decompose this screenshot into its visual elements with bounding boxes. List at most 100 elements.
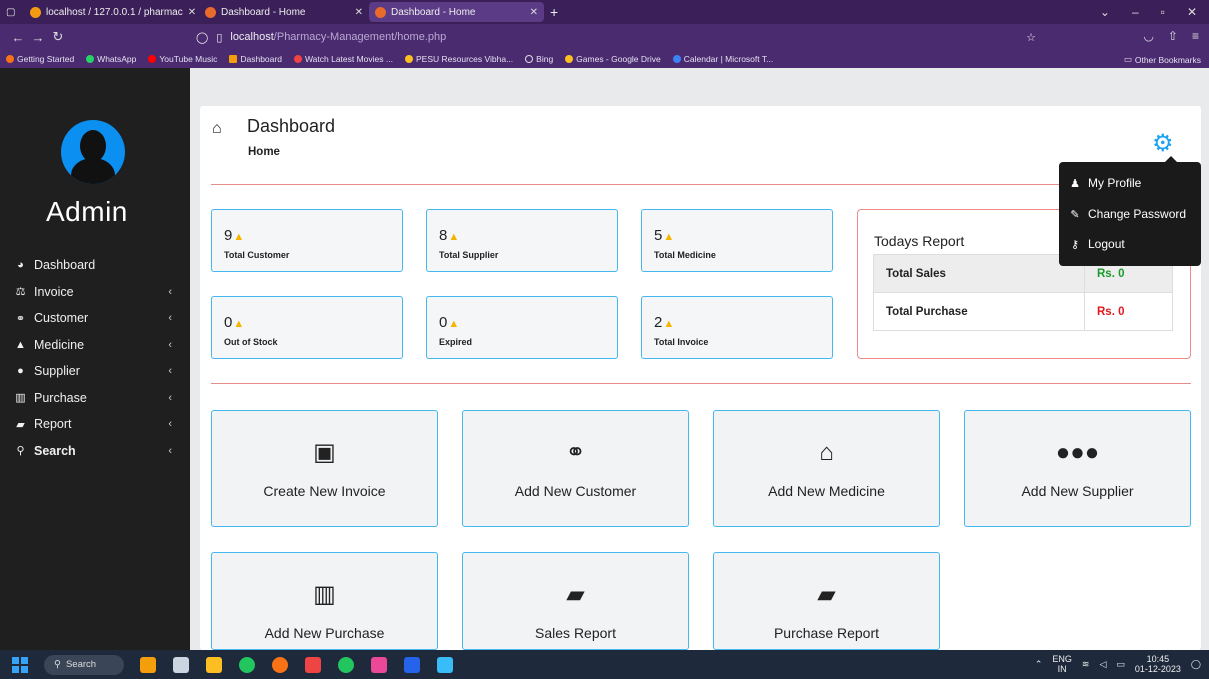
- bookmark-item[interactable]: Games - Google Drive: [565, 54, 661, 64]
- forward-icon[interactable]: →: [28, 30, 48, 45]
- other-bookmarks[interactable]: ▭ Other Bookmarks: [1124, 54, 1201, 65]
- book-icon: ▰: [817, 581, 836, 608]
- tab-dashboard-1[interactable]: Dashboard - Home ✕: [199, 2, 369, 22]
- pocket-icon[interactable]: ◡: [1143, 29, 1153, 43]
- tab-phpmyadmin[interactable]: localhost / 127.0.0.1 / pharmac ✕: [24, 2, 199, 22]
- change-password-menu-item[interactable]: ✎ Change Password: [1069, 207, 1186, 221]
- app-icon[interactable]: [371, 656, 387, 673]
- wifi-icon[interactable]: ≋: [1082, 659, 1090, 670]
- sidebar-item-dashboard[interactable]: ◕ Dashboard: [0, 252, 190, 279]
- shopping-bag-icon: ⌂: [819, 439, 834, 466]
- minimize-icon[interactable]: –: [1132, 5, 1139, 19]
- bookmark-item[interactable]: Getting Started: [6, 54, 74, 64]
- bookmark-item[interactable]: YouTube Music: [148, 54, 217, 64]
- chevron-left-icon: ‹: [168, 365, 172, 378]
- bookmark-item[interactable]: WhatsApp: [86, 54, 136, 64]
- warning-triangle-icon: ▲: [663, 231, 675, 243]
- word-icon[interactable]: [404, 656, 420, 673]
- key-icon: ⚷: [1070, 238, 1080, 251]
- stat-total-supplier[interactable]: 8▲ Total Supplier: [426, 209, 618, 272]
- shield-icon: ◯: [196, 31, 209, 44]
- purchase-report-button[interactable]: ▰ Purchase Report: [713, 552, 940, 650]
- sales-report-button[interactable]: ▰ Sales Report: [462, 552, 689, 650]
- whatsapp-icon[interactable]: [338, 656, 354, 673]
- warning-triangle-icon: ▲: [448, 318, 460, 330]
- add-new-supplier-button[interactable]: ●●● Add New Supplier: [964, 410, 1191, 527]
- list-tabs-icon[interactable]: ⌄: [1100, 5, 1110, 19]
- tab-dashboard-2[interactable]: Dashboard - Home ✕: [369, 2, 544, 22]
- close-tab-icon[interactable]: ✕: [530, 7, 538, 18]
- bookmark-item[interactable]: Watch Latest Movies ...: [293, 54, 393, 64]
- warning-triangle-icon: ▲: [233, 318, 245, 330]
- create-new-invoice-button[interactable]: ▣ Create New Invoice: [211, 410, 438, 527]
- extensions-icon[interactable]: ⇧: [1168, 29, 1178, 43]
- bookmark-item[interactable]: Calendar | Microsoft T...: [672, 54, 773, 64]
- settings-dropdown: ♟ My Profile ✎ Change Password ⚷ Logout: [1059, 156, 1201, 266]
- volume-icon[interactable]: ◁: [1099, 659, 1106, 670]
- book-icon: ▰: [16, 418, 25, 431]
- warning-triangle-icon: ▲: [448, 231, 460, 243]
- file-explorer-icon[interactable]: [206, 656, 222, 673]
- gear-icon[interactable]: ⚙: [1152, 132, 1174, 156]
- chevron-left-icon: ‹: [168, 418, 172, 431]
- bookmark-item[interactable]: Dashboard: [229, 54, 282, 64]
- sidebar-item-report[interactable]: ▰ Report ‹: [0, 411, 190, 438]
- maximize-icon[interactable]: ▫: [1161, 5, 1165, 19]
- stat-total-medicine[interactable]: 5▲ Total Medicine: [641, 209, 833, 272]
- window-controls: ⌄ – ▫ ✕: [1100, 5, 1209, 19]
- clock[interactable]: 10:45 01-12-2023: [1135, 654, 1181, 674]
- url-bar[interactable]: ◯ ▯ localhost/Pharmacy-Management/home.p…: [196, 27, 1036, 47]
- id-card-icon: ▣: [313, 439, 336, 466]
- photos-icon[interactable]: [437, 656, 453, 673]
- add-new-medicine-button[interactable]: ⌂ Add New Medicine: [713, 410, 940, 527]
- sidebar-item-medicine[interactable]: ▲ Medicine ‹: [0, 332, 190, 359]
- logout-menu-item[interactable]: ⚷ Logout: [1069, 237, 1125, 251]
- chevron-left-icon: ‹: [168, 312, 172, 325]
- windows-start-icon[interactable]: [12, 656, 28, 673]
- sidebar-item-invoice[interactable]: ⚖ Invoice ‹: [0, 279, 190, 306]
- close-tab-icon[interactable]: ✕: [188, 7, 196, 18]
- chevron-left-icon: ‹: [168, 391, 172, 404]
- bar-chart-icon: ▥: [313, 581, 336, 608]
- my-profile-menu-item[interactable]: ♟ My Profile: [1069, 176, 1141, 190]
- add-new-customer-button[interactable]: ⚭ Add New Customer: [462, 410, 689, 527]
- sidebar-item-search[interactable]: ⚲ Search ‹: [0, 438, 190, 465]
- warning-triangle-icon: ▲: [233, 231, 245, 243]
- stat-out-of-stock[interactable]: 0▲ Out of Stock: [211, 296, 403, 359]
- new-tab-plus-icon[interactable]: +: [544, 2, 564, 22]
- back-icon[interactable]: ←: [8, 30, 28, 45]
- google-drive-icon: [404, 55, 413, 63]
- bookmarks-bar: Getting Started WhatsApp YouTube Music D…: [0, 50, 1209, 68]
- stat-total-customer[interactable]: 9▲ Total Customer: [211, 209, 403, 272]
- add-new-purchase-button[interactable]: ▥ Add New Purchase: [211, 552, 438, 650]
- task-view-icon[interactable]: [173, 656, 189, 673]
- sidebar-item-purchase[interactable]: ▥ Purchase ‹: [0, 385, 190, 412]
- stat-expired[interactable]: 0▲ Expired: [426, 296, 618, 359]
- close-window-icon[interactable]: ✕: [1187, 5, 1197, 19]
- close-tab-icon[interactable]: ✕: [355, 7, 363, 18]
- notification-icon[interactable]: ◯: [1191, 659, 1201, 670]
- chevron-up-icon[interactable]: ⌃: [1035, 659, 1043, 670]
- sidebar-item-customer[interactable]: ⚭ Customer ‹: [0, 305, 190, 332]
- reload-icon[interactable]: ↻: [48, 29, 68, 45]
- avatar: [61, 120, 125, 184]
- battery-icon[interactable]: ▭: [1116, 659, 1125, 670]
- tab-overview-icon[interactable]: ▢: [0, 2, 24, 22]
- firefox-icon[interactable]: [272, 656, 288, 673]
- bookmark-star-icon[interactable]: ☆: [1026, 31, 1036, 44]
- users-icon: ●●●: [1055, 439, 1100, 466]
- widgets-icon[interactable]: [140, 656, 156, 673]
- chrome-icon[interactable]: [239, 656, 255, 673]
- brave-icon[interactable]: [305, 656, 321, 673]
- nav-right-tools: ◡ ⇧ ≡: [1143, 29, 1199, 43]
- sidebar-item-supplier[interactable]: ● Supplier ‹: [0, 358, 190, 385]
- language-indicator[interactable]: ENG IN: [1052, 654, 1072, 674]
- book-icon: ▰: [566, 581, 585, 608]
- sidebar: Admin ◕ Dashboard ⚖ Invoice ‹ ⚭ Customer ‹ ▲ M…: [0, 68, 190, 650]
- stat-total-invoice[interactable]: 2▲ Total Invoice: [641, 296, 833, 359]
- globe-icon: [525, 55, 534, 63]
- bookmark-item[interactable]: Bing: [525, 54, 553, 64]
- bookmark-item[interactable]: PESU Resources Vibha...: [404, 54, 513, 64]
- taskbar-search[interactable]: ⚲ Search: [44, 654, 124, 675]
- menu-icon[interactable]: ≡: [1192, 29, 1199, 43]
